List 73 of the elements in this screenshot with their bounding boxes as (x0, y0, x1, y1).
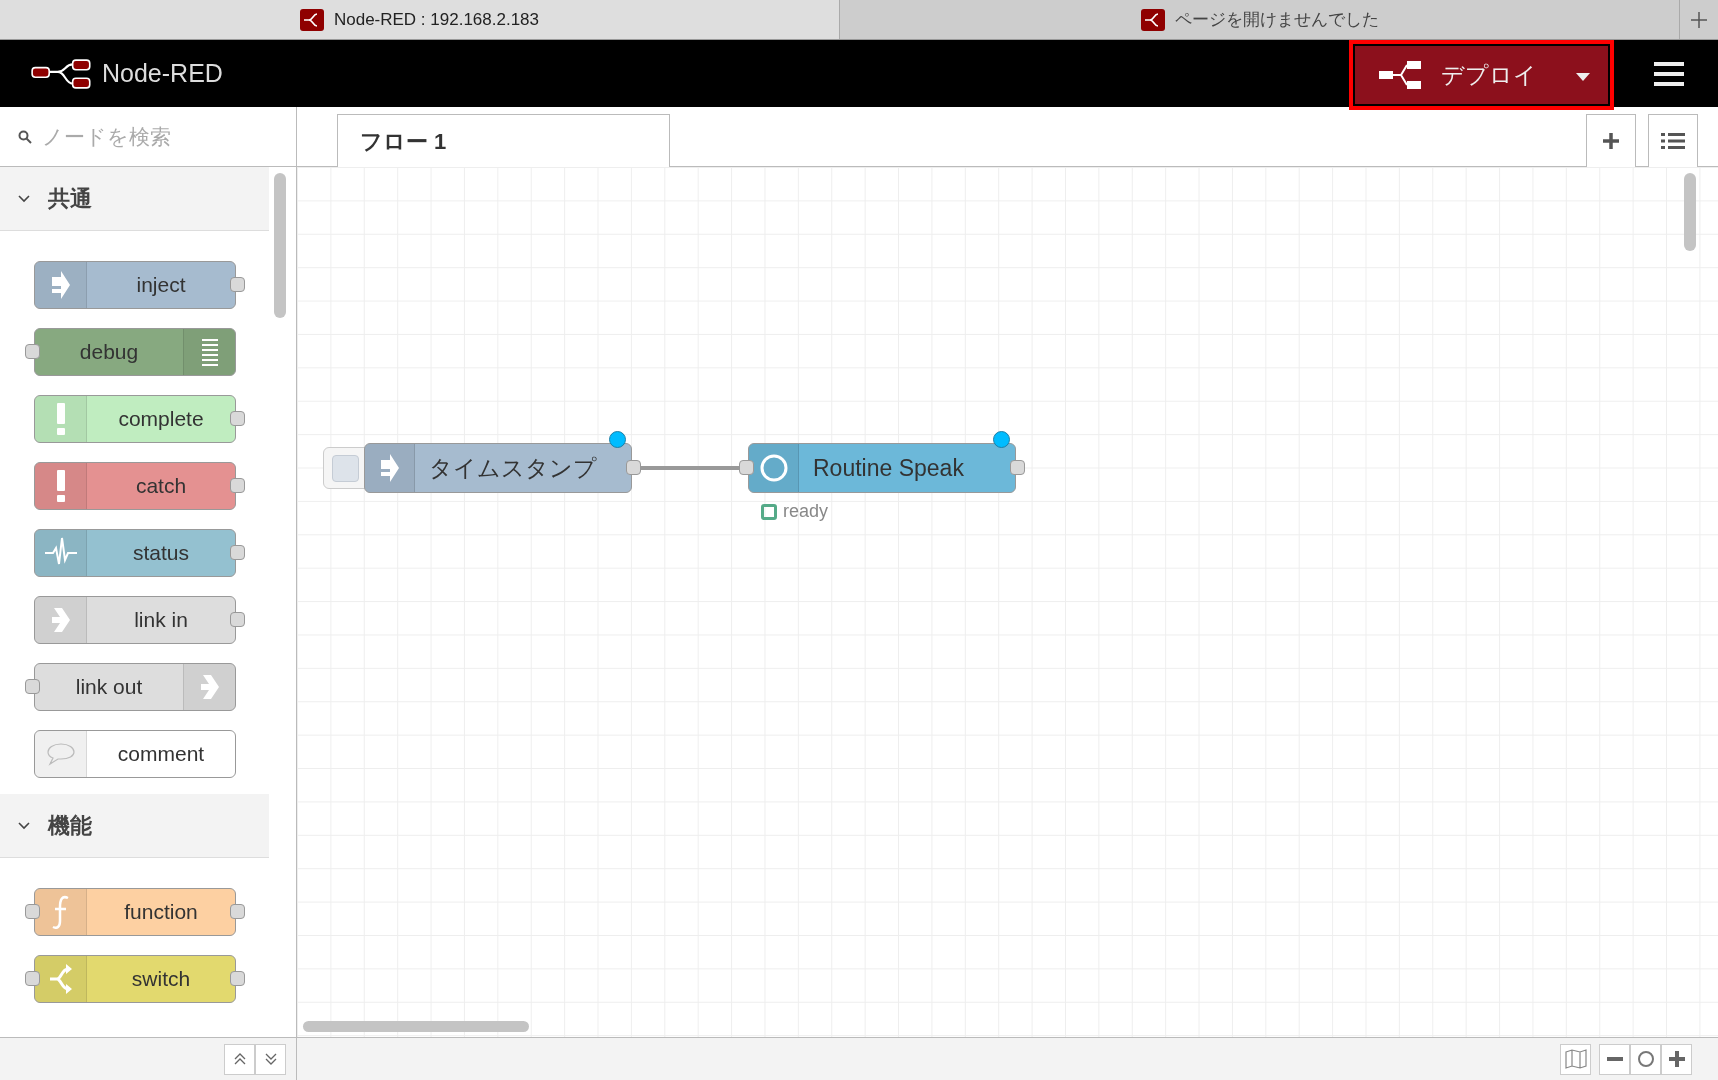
menu-icon (1654, 60, 1684, 87)
output-port[interactable] (230, 904, 245, 919)
flow-node[interactable]: タイムスタンプ (364, 443, 632, 493)
exclamation-icon (55, 470, 66, 502)
double-chevron-down-icon (264, 1053, 277, 1065)
add-flow-button[interactable] (1586, 114, 1636, 167)
function-icon (50, 895, 71, 929)
flow-tab[interactable]: フロー 1 (337, 114, 670, 167)
fork-icon (47, 962, 74, 996)
palette-node[interactable]: function (34, 888, 236, 936)
input-port[interactable] (25, 344, 40, 359)
output-port[interactable] (230, 411, 245, 426)
wire[interactable] (640, 465, 740, 471)
plus-icon (1668, 1051, 1685, 1067)
output-port[interactable] (1010, 460, 1025, 475)
input-port[interactable] (25, 904, 40, 919)
input-port[interactable] (739, 460, 754, 475)
inject-trigger-button[interactable] (323, 447, 367, 489)
zoom-in-button[interactable] (1661, 1043, 1692, 1075)
palette-node[interactable]: complete (34, 395, 236, 443)
output-port[interactable] (230, 478, 245, 493)
zoom-reset-button[interactable] (1630, 1043, 1661, 1075)
input-port[interactable] (25, 679, 40, 694)
double-chevron-up-icon (233, 1053, 246, 1065)
palette-node[interactable]: switch (34, 955, 236, 1003)
category-header[interactable]: 機能 (0, 794, 269, 858)
menu-button[interactable] (1654, 60, 1684, 87)
output-port[interactable] (230, 277, 245, 292)
output-port[interactable] (626, 460, 641, 475)
scrollbar-thumb[interactable] (1684, 173, 1696, 251)
palette-node[interactable]: status (34, 529, 236, 577)
chevron-icon (18, 821, 30, 830)
circle-icon (1636, 1050, 1655, 1068)
list-icon (201, 338, 218, 366)
scrollbar-thumb[interactable] (274, 173, 286, 318)
collapse-all-button[interactable] (224, 1043, 255, 1075)
chevron-icon (18, 194, 30, 203)
app-title: Node-RED (102, 57, 223, 89)
favicon-icon (299, 8, 324, 31)
favicon-icon (1140, 8, 1165, 31)
plus-icon (1689, 9, 1709, 30)
expand-all-button[interactable] (255, 1043, 286, 1075)
speech-bubble-icon (45, 742, 76, 766)
flow-list-button[interactable] (1648, 114, 1698, 167)
output-port[interactable] (230, 612, 245, 627)
output-port[interactable] (230, 971, 245, 986)
palette-node[interactable]: comment (34, 730, 236, 778)
scrollbar-thumb[interactable] (303, 1021, 529, 1032)
caret-icon (1576, 72, 1590, 81)
exclamation-icon (55, 403, 66, 435)
browser-tab[interactable]: Node-RED : 192.168.2.183 (0, 0, 840, 39)
deploy-button[interactable]: デプロイ (1349, 40, 1614, 110)
new-tab-button[interactable] (1680, 0, 1718, 39)
palette-node[interactable]: catch (34, 462, 236, 510)
plus-icon (1602, 132, 1620, 150)
status-text: ready (783, 500, 829, 523)
zoom-out-button[interactable] (1599, 1043, 1630, 1075)
output-port[interactable] (230, 545, 245, 560)
input-port[interactable] (25, 971, 40, 986)
palette-node[interactable]: link in (34, 596, 236, 644)
category-header[interactable]: 共通 (0, 167, 269, 231)
flow-node[interactable]: Routine Speak (748, 443, 1016, 493)
palette-node[interactable]: link out (34, 663, 236, 711)
logo-icon (30, 57, 94, 90)
palette-node[interactable]: inject (34, 261, 236, 309)
search-icon (18, 129, 32, 144)
minus-icon (1606, 1057, 1623, 1061)
map-button[interactable] (1560, 1043, 1591, 1075)
map-icon (1564, 1049, 1587, 1069)
deploy-icon (1379, 61, 1423, 89)
list-icon (1661, 132, 1685, 150)
browser-tab[interactable]: ページを開けませんでした (840, 0, 1680, 39)
palette-node[interactable]: debug (34, 328, 236, 376)
